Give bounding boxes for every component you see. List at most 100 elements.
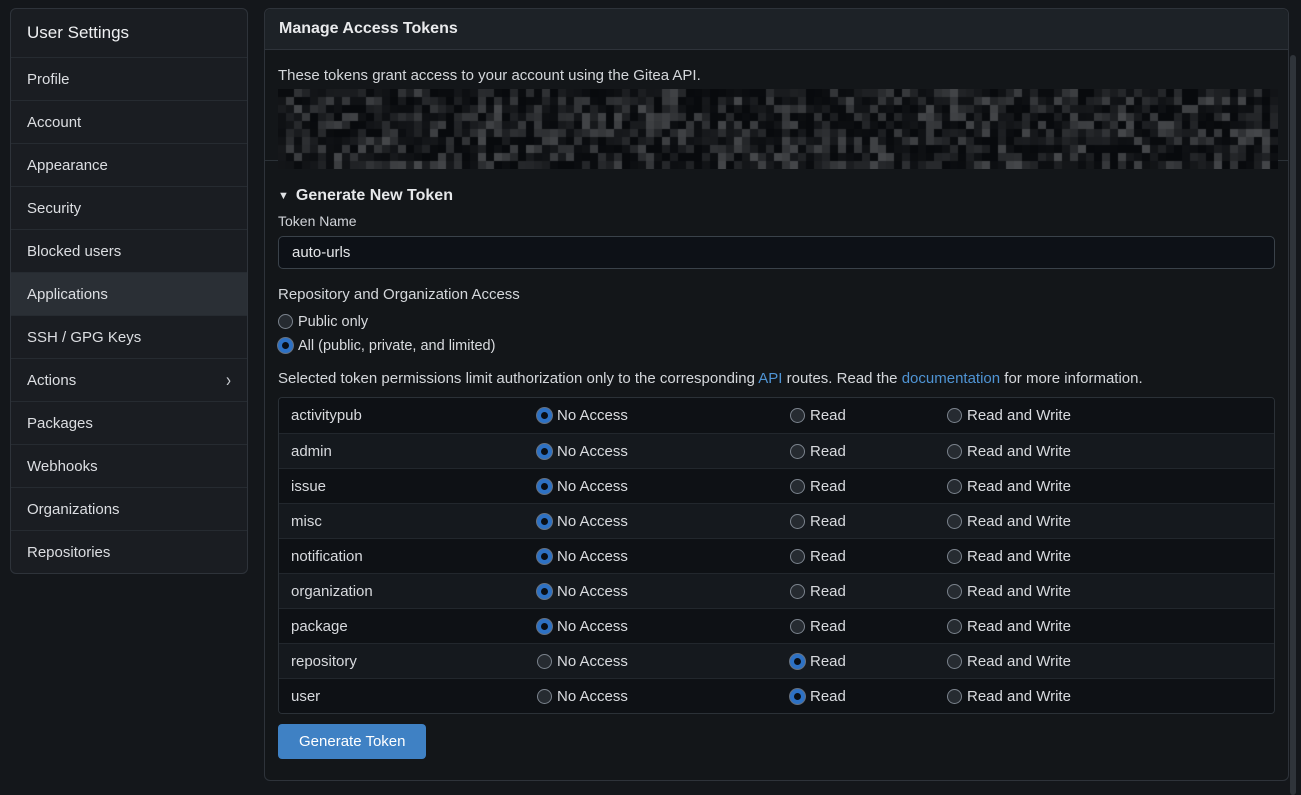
scope-user-option-read-and-write[interactable]: Read and Write [941,688,1274,705]
sidebar-item-account[interactable]: Account [11,100,247,143]
scope-option-label: Read and Write [967,653,1071,670]
sidebar-item-repositories[interactable]: Repositories [11,530,247,573]
sidebar-item-packages[interactable]: Packages [11,401,247,444]
scope-package-option-no-access[interactable]: No Access [531,618,784,635]
scope-admin-option-read[interactable]: Read [784,443,941,460]
scope-option-label: No Access [557,618,628,635]
radio-unselected-icon[interactable] [790,584,805,599]
scope-user-option-no-access[interactable]: No Access [531,688,784,705]
radio-unselected-icon[interactable] [947,408,962,423]
scope-notification-option-read-and-write[interactable]: Read and Write [941,548,1274,565]
sidebar-item-ssh-gpg-keys[interactable]: SSH / GPG Keys [11,315,247,358]
scope-option-label: Read [810,548,846,565]
radio-unselected-icon[interactable] [947,514,962,529]
radio-unselected-icon[interactable] [790,514,805,529]
radio-unselected-icon[interactable] [947,479,962,494]
scope-repository-option-read[interactable]: Read [784,653,941,670]
radio-selected-icon[interactable] [537,584,552,599]
link-documentation[interactable]: documentation [902,370,1000,387]
scope-activitypub-option-read-and-write[interactable]: Read and Write [941,407,1274,424]
user-settings-sidebar: User Settings ProfileAccountAppearanceSe… [10,8,248,574]
radio-selected-icon[interactable] [278,338,293,353]
radio-unselected-icon[interactable] [537,654,552,669]
scope-admin-option-no-access[interactable]: No Access [531,443,784,460]
scope-issue-option-read-and-write[interactable]: Read and Write [941,478,1274,495]
radio-unselected-icon[interactable] [790,444,805,459]
sidebar-item-profile[interactable]: Profile [11,57,247,100]
radio-selected-icon[interactable] [537,479,552,494]
scope-admin-option-read-and-write[interactable]: Read and Write [941,443,1274,460]
scope-option-label: Read and Write [967,478,1071,495]
scope-notification-option-read[interactable]: Read [784,548,941,565]
sidebar-item-applications[interactable]: Applications [11,272,247,315]
sidebar-item-label: Webhooks [27,458,98,475]
scope-misc-option-no-access[interactable]: No Access [531,513,784,530]
scope-issue-option-no-access[interactable]: No Access [531,478,784,495]
radio-selected-icon[interactable] [790,689,805,704]
sidebar-item-security[interactable]: Security [11,186,247,229]
access-option-label: All (public, private, and limited) [298,338,495,354]
access-option-all-public-private-and-limited[interactable]: All (public, private, and limited) [278,336,1275,355]
radio-selected-icon[interactable] [790,654,805,669]
scope-option-label: Read [810,618,846,635]
scope-organization-option-read[interactable]: Read [784,583,941,600]
scope-user-option-read[interactable]: Read [784,688,941,705]
radio-unselected-icon[interactable] [537,689,552,704]
scope-misc-option-read-and-write[interactable]: Read and Write [941,513,1274,530]
radio-selected-icon[interactable] [537,549,552,564]
scope-option-label: No Access [557,478,628,495]
radio-unselected-icon[interactable] [947,549,962,564]
sidebar-item-actions[interactable]: Actions › [11,358,247,401]
sidebar-item-appearance[interactable]: Appearance [11,143,247,186]
scope-name: repository [279,653,531,670]
sidebar-item-label: Actions [27,372,76,389]
scope-row-activitypub: activitypubNo AccessReadRead and Write [279,398,1274,433]
sidebar-item-blocked-users[interactable]: Blocked users [11,229,247,272]
scope-option-label: Read [810,583,846,600]
scope-option-label: Read and Write [967,618,1071,635]
link-api[interactable]: API [758,370,782,387]
scope-issue-option-read[interactable]: Read [784,478,941,495]
scope-option-label: No Access [557,513,628,530]
token-name-input[interactable] [278,236,1275,269]
scope-repository-option-no-access[interactable]: No Access [531,653,784,670]
scope-organization-option-no-access[interactable]: No Access [531,583,784,600]
sidebar-item-organizations[interactable]: Organizations [11,487,247,530]
radio-unselected-icon[interactable] [947,619,962,634]
radio-unselected-icon[interactable] [790,408,805,423]
radio-selected-icon[interactable] [537,408,552,423]
scope-option-label: Read and Write [967,688,1071,705]
scope-package-option-read[interactable]: Read [784,618,941,635]
scope-repository-option-read-and-write[interactable]: Read and Write [941,653,1274,670]
generate-new-token-toggle[interactable]: ▼ Generate New Token [278,187,1275,205]
radio-selected-icon[interactable] [537,444,552,459]
radio-selected-icon[interactable] [537,514,552,529]
radio-unselected-icon[interactable] [947,444,962,459]
note-text: routes. Read the [782,370,901,387]
scope-misc-option-read[interactable]: Read [784,513,941,530]
scope-row-package: packageNo AccessReadRead and Write [279,608,1274,643]
radio-unselected-icon[interactable] [947,689,962,704]
radio-unselected-icon[interactable] [947,654,962,669]
scope-name: issue [279,478,531,495]
radio-unselected-icon[interactable] [790,619,805,634]
scope-activitypub-option-read[interactable]: Read [784,407,941,424]
scope-activitypub-option-no-access[interactable]: No Access [531,407,784,424]
scope-row-admin: adminNo AccessReadRead and Write [279,433,1274,468]
radio-unselected-icon[interactable] [790,549,805,564]
radio-selected-icon[interactable] [537,619,552,634]
scope-package-option-read-and-write[interactable]: Read and Write [941,618,1274,635]
scope-notification-option-no-access[interactable]: No Access [531,548,784,565]
generate-token-button[interactable]: Generate Token [278,724,426,759]
radio-unselected-icon[interactable] [947,584,962,599]
scrollbar-thumb[interactable] [1290,55,1296,795]
radio-unselected-icon[interactable] [790,479,805,494]
radio-unselected-icon[interactable] [278,314,293,329]
scope-option-label: No Access [557,653,628,670]
scope-option-label: Read and Write [967,407,1071,424]
scope-option-label: Read [810,478,846,495]
sidebar-item-webhooks[interactable]: Webhooks [11,444,247,487]
access-option-public-only[interactable]: Public only [278,312,1275,331]
scope-organization-option-read-and-write[interactable]: Read and Write [941,583,1274,600]
chevron-right-icon: › [226,370,231,390]
